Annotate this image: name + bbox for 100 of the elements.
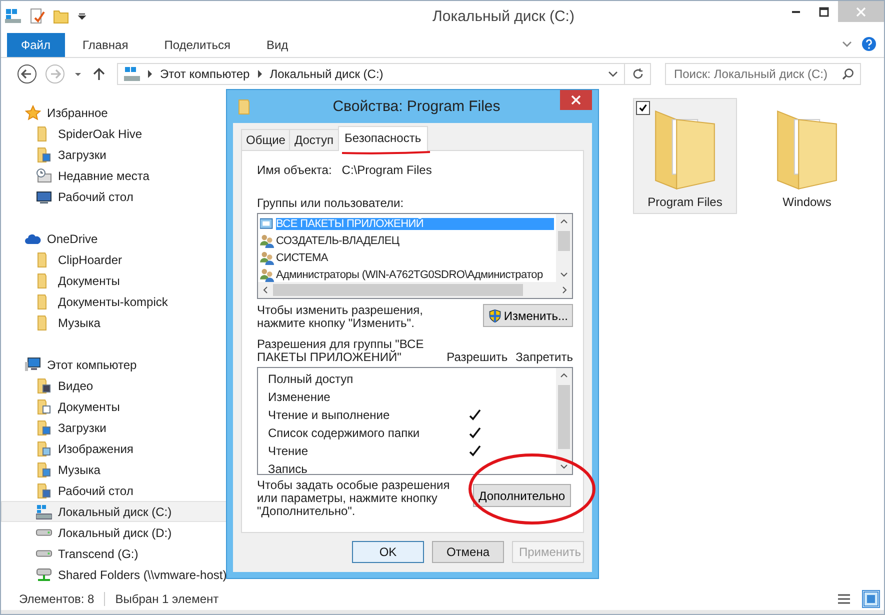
sidebar-item[interactable]: Музыка	[1, 312, 233, 333]
scroll-down-icon[interactable]	[560, 463, 568, 471]
sidebar-item[interactable]: Рабочий стол	[1, 480, 233, 501]
scrollbar-thumb[interactable]	[558, 385, 570, 449]
sidebar-label: Загрузки	[58, 420, 106, 434]
dropdown-icon[interactable]	[608, 69, 618, 79]
sidebar-label: SpiderOak Hive	[58, 126, 142, 140]
properties-icon[interactable]	[29, 8, 45, 24]
scroll-up-icon[interactable]	[560, 371, 568, 379]
folder-tile[interactable]: Windows	[755, 98, 859, 214]
help-icon[interactable]	[862, 37, 876, 51]
back-icon[interactable]	[17, 64, 37, 84]
permission-name: Список содержимого папки	[268, 426, 421, 440]
folder-icon	[36, 146, 52, 162]
close-button[interactable]	[560, 90, 592, 110]
users-icon	[260, 234, 274, 248]
folder-icon	[36, 398, 52, 414]
column-header: Запретить	[516, 350, 573, 364]
user-item[interactable]: СИСТЕМА	[260, 249, 554, 266]
recent-places-icon	[36, 168, 52, 184]
sidebar-item[interactable]: Загрузки	[1, 144, 233, 165]
sidebar-item[interactable]: Документы-kompick	[1, 291, 233, 312]
separator-arrow-icon[interactable]	[256, 70, 264, 78]
system-drive-icon	[36, 504, 52, 520]
sidebar-label: Изображения	[58, 442, 134, 456]
column-header: Разрешить	[446, 350, 508, 364]
large-icons-view-icon[interactable]	[862, 590, 880, 608]
scroll-left-icon[interactable]	[261, 286, 269, 294]
advanced-button[interactable]: Дополнительно	[472, 484, 571, 507]
object-name-value: C:\Program Files	[342, 163, 432, 177]
sidebar-label: Transcend (G:)	[58, 546, 138, 560]
search-icon[interactable]	[842, 68, 854, 80]
sidebar-section[interactable]: OneDrive	[47, 232, 98, 246]
users-list[interactable]: ВСЕ ПАКЕТЫ ПРИЛОЖЕНИЙ СОЗДАТЕЛЬ-ВЛАДЕЛЕЦ СИСТЕМА Администраторы (WIN-A762TG0SDRO\Администратор	[257, 213, 573, 299]
dropdown-icon[interactable]	[77, 11, 87, 21]
sidebar-label: Недавние места	[58, 168, 150, 182]
permission-row[interactable]: Список содержимого папки	[268, 424, 556, 442]
sidebar-item[interactable]: Рабочий стол	[1, 186, 233, 207]
scrollbar[interactable]	[556, 368, 572, 474]
sidebar-section[interactable]: Избранное	[47, 106, 108, 120]
sidebar-item[interactable]: Документы	[1, 270, 233, 291]
star-icon	[25, 104, 41, 120]
sidebar-item[interactable]: Документы	[1, 396, 233, 417]
breadcrumb[interactable]: Этот компьютер	[160, 67, 250, 81]
sidebar-item[interactable]: Недавние места	[1, 165, 233, 186]
sidebar-label: Рабочий стол	[58, 190, 134, 204]
sidebar-item[interactable]: Shared Folders (\\vmware-host)	[1, 564, 233, 585]
change-button[interactable]: Изменить...	[482, 304, 573, 327]
scrollbar-thumb[interactable]	[273, 284, 523, 296]
permission-row[interactable]: Запись	[268, 460, 556, 474]
sidebar-item[interactable]: ClipHoarder	[1, 249, 233, 270]
permission-row[interactable]: Изменение	[268, 388, 556, 406]
chevron-icon[interactable]	[842, 39, 852, 49]
scrollbar[interactable]	[258, 282, 572, 298]
address-bar[interactable]: Этот компьютер Локальный диск (C:)	[117, 63, 625, 85]
checkbox[interactable]	[636, 101, 650, 115]
permission-row[interactable]: Полный доступ	[268, 370, 556, 388]
ok-button[interactable]: OK	[352, 541, 424, 563]
up-arrow-icon[interactable]	[91, 66, 107, 82]
permission-name: Запись	[268, 462, 308, 474]
permission-name: Полный доступ	[268, 372, 354, 386]
scrollbar[interactable]	[556, 214, 572, 282]
scrollbar-thumb[interactable]	[558, 231, 570, 251]
dialog-title: Свойства: Program Files	[332, 98, 502, 115]
sidebar-item[interactable]: Transcend (G:)	[1, 543, 233, 564]
minimize-icon	[792, 10, 800, 12]
permission-row[interactable]: Чтение	[268, 442, 556, 460]
user-item[interactable]: Администраторы (WIN-A762TG0SDRO\Администратор	[260, 266, 554, 282]
sidebar-item[interactable]: Видео	[1, 375, 233, 396]
refresh-button[interactable]	[625, 63, 651, 85]
refresh-icon	[632, 68, 644, 80]
scroll-down-icon[interactable]	[560, 271, 568, 279]
search-field[interactable]: Поиск: Локальный диск (C:)	[665, 63, 861, 85]
sidebar-item[interactable]: SpiderOak Hive	[1, 123, 233, 144]
sidebar-item[interactable]: Локальный диск (D:)	[1, 522, 233, 543]
dialog-tab[interactable]: Безопасность	[338, 126, 428, 151]
folder-name: Windows	[782, 195, 832, 209]
sidebar-label: ClipHoarder	[58, 252, 122, 266]
sidebar-item[interactable]: Музыка	[1, 459, 233, 480]
scroll-right-icon[interactable]	[561, 286, 569, 294]
sidebar-section[interactable]: Этот компьютер	[47, 358, 137, 372]
dialog-button[interactable]: Отмена	[432, 541, 504, 563]
groups-label: Группы или пользователи:	[257, 196, 405, 210]
close-icon	[856, 6, 866, 16]
ribbon-tab[interactable]: Вид	[248, 33, 306, 57]
ribbon-tab[interactable]: Поделиться	[146, 33, 248, 57]
separator-arrow-icon[interactable]	[146, 70, 154, 78]
permission-row[interactable]: Чтение и выполнение	[268, 406, 556, 424]
sidebar-item[interactable]: Изображения	[1, 438, 233, 459]
ribbon-tab[interactable]: Файл	[7, 33, 65, 57]
folder-tile[interactable]: Program Files	[633, 98, 737, 214]
dialog-tab[interactable]: Общие	[241, 129, 290, 150]
breadcrumb[interactable]: Локальный диск (C:)	[270, 67, 384, 81]
ribbon-tab[interactable]: Главная	[64, 33, 146, 57]
monitor-icon	[36, 188, 52, 204]
permissions-list[interactable]: Полный доступ Изменение Чтение и выполнение Список содержимого папки Чтение Запись	[257, 367, 573, 475]
user-item[interactable]: СОЗДАТЕЛЬ-ВЛАДЕЛЕЦ	[260, 232, 554, 249]
scroll-up-icon[interactable]	[560, 217, 568, 225]
drive-icon[interactable]	[5, 8, 21, 24]
sidebar-item[interactable]: Загрузки	[1, 417, 233, 438]
